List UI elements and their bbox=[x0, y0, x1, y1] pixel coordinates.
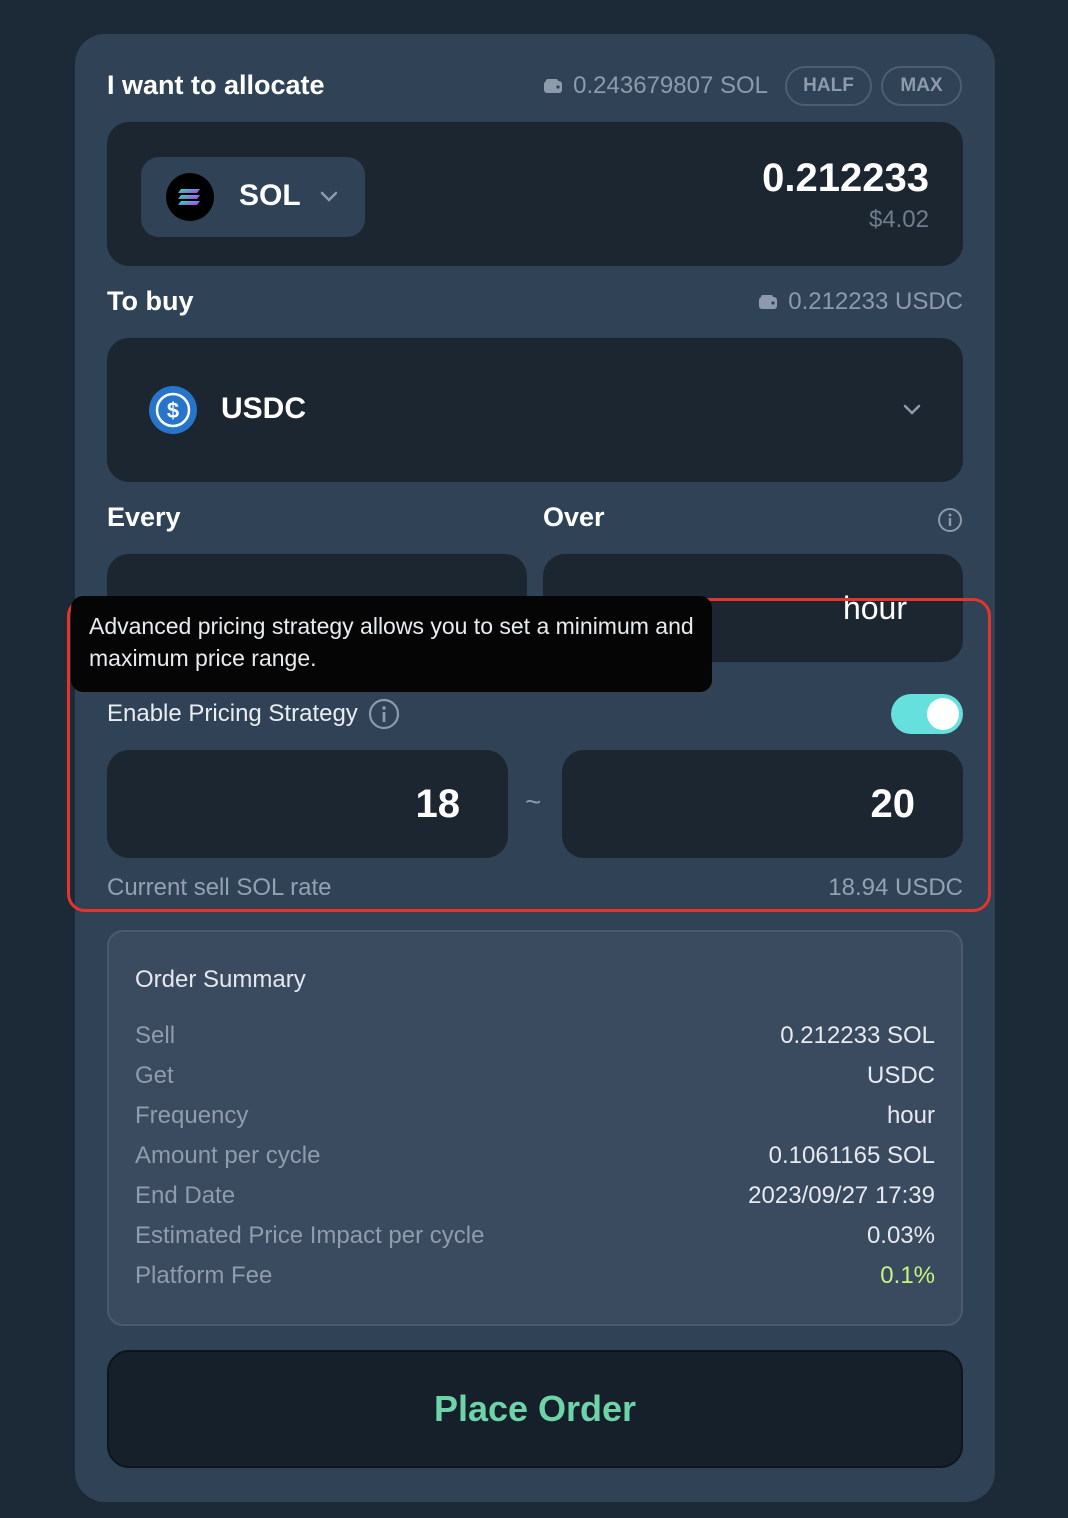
summary-label: Amount per cycle bbox=[135, 1142, 321, 1169]
summary-row-frequency: Frequency hour bbox=[135, 1096, 935, 1136]
summary-row-get: Get USDC bbox=[135, 1056, 935, 1096]
sell-token-name: SOL bbox=[239, 179, 301, 212]
min-price-input[interactable]: 18 bbox=[107, 750, 508, 858]
pricing-strategy-label: Enable Pricing Strategy bbox=[107, 700, 358, 727]
sol-token-icon bbox=[166, 173, 214, 221]
order-card: I want to allocate 0.243679807 SOL HALF … bbox=[67, 34, 995, 1502]
summary-row-price-impact: Estimated Price Impact per cycle 0.03% bbox=[135, 1216, 935, 1256]
summary-rows: Sell 0.212233 SOL Get USDC Frequency hou… bbox=[135, 1016, 935, 1296]
max-price-input[interactable]: 20 bbox=[562, 750, 963, 858]
summary-label: Platform Fee bbox=[135, 1262, 273, 1289]
summary-label: Estimated Price Impact per cycle bbox=[135, 1222, 485, 1249]
buy-balance-value: 0.212233 USDC bbox=[788, 288, 963, 315]
toggle-knob bbox=[927, 698, 959, 730]
summary-value: hour bbox=[886, 1102, 935, 1129]
allocate-panel: SOL 0.212233 $4.02 bbox=[107, 122, 963, 266]
info-icon[interactable] bbox=[937, 507, 963, 533]
current-rate-value: 18.94 USDC bbox=[828, 874, 963, 901]
sell-usd-value: $4.02 bbox=[868, 206, 929, 233]
max-price-value: 20 bbox=[870, 782, 916, 826]
summary-value: USDC bbox=[866, 1062, 935, 1089]
summary-row-end-date: End Date 2023/09/27 17:39 bbox=[135, 1176, 935, 1216]
pricing-tooltip: Advanced pricing strategy allows you to … bbox=[71, 596, 712, 692]
buy-token-select[interactable]: $ USDC bbox=[107, 338, 963, 482]
wallet-icon bbox=[759, 295, 778, 309]
min-price-value: 18 bbox=[415, 782, 461, 826]
usdc-token-icon: $ bbox=[149, 386, 197, 434]
sell-token-select[interactable]: SOL bbox=[141, 157, 365, 237]
range-separator: ~ bbox=[525, 786, 542, 817]
summary-value: 0.03% bbox=[866, 1222, 935, 1249]
sell-amount[interactable]: 0.212233 bbox=[762, 156, 929, 201]
buy-label: To buy bbox=[107, 286, 194, 316]
summary-value: 0.212233 SOL bbox=[780, 1022, 935, 1049]
over-label: Over bbox=[543, 502, 605, 532]
summary-label: Get bbox=[135, 1062, 174, 1089]
svg-text:$: $ bbox=[167, 398, 179, 423]
current-rate-label: Current sell SOL rate bbox=[107, 874, 332, 901]
chevron-down-icon bbox=[903, 404, 921, 415]
allocate-balance: 0.243679807 SOL bbox=[543, 70, 768, 102]
buy-token-name: USDC bbox=[221, 392, 307, 425]
summary-label: Frequency bbox=[135, 1102, 249, 1129]
pricing-strategy-toggle[interactable] bbox=[891, 694, 963, 734]
every-label: Every bbox=[107, 502, 181, 532]
half-button[interactable]: HALF bbox=[785, 66, 872, 106]
order-summary: Order Summary Sell 0.212233 SOL Get USDC… bbox=[107, 930, 963, 1326]
info-icon[interactable] bbox=[368, 698, 400, 730]
order-summary-title: Order Summary bbox=[135, 966, 306, 993]
platform-fee-value: 0.1% bbox=[880, 1262, 935, 1289]
summary-row-platform-fee: Platform Fee 0.1% bbox=[135, 1256, 935, 1296]
allocate-label: I want to allocate bbox=[107, 70, 325, 100]
summary-label: Sell bbox=[135, 1022, 176, 1049]
place-order-button[interactable]: Place Order bbox=[107, 1350, 963, 1468]
summary-value: 2023/09/27 17:39 bbox=[748, 1182, 935, 1209]
summary-value: 0.1061165 SOL bbox=[768, 1142, 935, 1169]
chevron-down-icon bbox=[320, 191, 338, 202]
summary-row-sell: Sell 0.212233 SOL bbox=[135, 1016, 935, 1056]
summary-label: End Date bbox=[135, 1182, 236, 1209]
buy-balance: 0.212233 USDC bbox=[758, 286, 963, 318]
max-button[interactable]: MAX bbox=[881, 66, 962, 106]
summary-row-amount-per-cycle: Amount per cycle 0.1061165 SOL bbox=[135, 1136, 935, 1176]
wallet-icon bbox=[544, 79, 563, 93]
pricing-strategy-row: Enable Pricing Strategy bbox=[107, 698, 400, 730]
allocate-balance-value: 0.243679807 SOL bbox=[573, 72, 768, 99]
